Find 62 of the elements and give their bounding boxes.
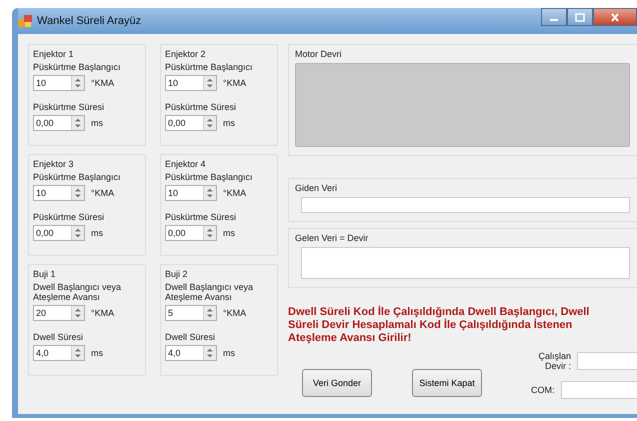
group-title: Enjektor 3: [33, 159, 75, 169]
unit-label: ms: [91, 118, 103, 128]
field-label: Püskürtme Başlangıcı: [33, 172, 122, 182]
field-label: Püskürtme Süresi: [33, 212, 106, 222]
field-label: Püskürtme Süresi: [33, 102, 106, 112]
field-label: Dwell Süresi: [165, 332, 216, 342]
spin-box[interactable]: 0,00: [33, 115, 85, 131]
field-label: Püskürtme Süresi: [165, 212, 238, 222]
field-label: Çalışlan Devir :: [538, 351, 572, 371]
field-label: Dwell Başlangıcı veya Ateşleme Avansı: [33, 282, 122, 302]
group-title: Motor Devri: [295, 49, 343, 59]
unit-label: ms: [223, 228, 235, 238]
window-title: Wankel Süreli Arayüz: [37, 15, 142, 27]
spin-box[interactable]: 10: [33, 75, 85, 91]
spin-box[interactable]: 10: [33, 185, 85, 201]
spin-box[interactable]: 10: [165, 75, 217, 91]
group-title: Enjektor 4: [165, 159, 207, 169]
warning-text: Dwell Süreli Kod İle Çalışıldığında Dwell Başlangıcı, Dwell Süreli Devir Hesaplamalı Kod İle Çalışıldığında İstenen Ateşleme Avansı Girilir!: [288, 306, 590, 345]
app-icon: [18, 15, 32, 27]
text-field[interactable]: [560, 381, 637, 399]
text-field[interactable]: [301, 197, 630, 213]
close-button[interactable]: [593, 8, 637, 26]
group-title: Buji 2: [165, 269, 189, 279]
text-field[interactable]: [577, 352, 637, 370]
field-label: Püskürtme Başlangıcı: [165, 62, 254, 72]
spin-box[interactable]: 20: [33, 305, 85, 321]
group-title: Enjektor 2: [165, 49, 207, 59]
unit-label: ms: [223, 348, 235, 358]
spin-box[interactable]: 4,0: [33, 345, 85, 361]
unit-label: °KMA: [223, 188, 246, 198]
unit-label: °KMA: [91, 78, 114, 88]
spin-box[interactable]: 10: [165, 185, 217, 201]
field-label: Püskürtme Başlangıcı: [33, 62, 122, 72]
text-field[interactable]: [301, 247, 630, 279]
close-icon: [610, 12, 620, 22]
unit-label: °KMA: [91, 308, 114, 318]
spin-box[interactable]: 0,00: [33, 225, 85, 241]
spin-box[interactable]: 4,0: [165, 345, 217, 361]
unit-label: °KMA: [223, 308, 246, 318]
minimize-icon: [550, 18, 558, 20]
group-title: Enjektor 1: [33, 49, 75, 59]
spin-box[interactable]: 5: [165, 305, 217, 321]
field-label: Dwell Başlangıcı veya Ateşleme Avansı: [165, 282, 254, 302]
unit-label: °KMA: [223, 78, 246, 88]
field-label: Püskürtme Süresi: [165, 102, 238, 112]
unit-label: °KMA: [91, 188, 114, 198]
action-button[interactable]: Veri Gonder: [302, 369, 372, 397]
maximize-icon: [575, 12, 585, 22]
field-label: COM:: [531, 385, 556, 395]
field-label: Dwell Süresi: [33, 332, 84, 342]
spin-box[interactable]: 0,00: [165, 115, 217, 131]
spin-box[interactable]: 0,00: [165, 225, 217, 241]
group-title: Buji 1: [33, 269, 57, 279]
unit-label: ms: [223, 118, 235, 128]
group-title: Gelen Veri = Devir: [295, 233, 370, 243]
field-label: Püskürtme Başlangıcı: [165, 172, 254, 182]
unit-label: ms: [91, 348, 103, 358]
unit-label: ms: [91, 228, 103, 238]
group-title: Giden Veri: [295, 183, 338, 193]
action-button[interactable]: Sistemi Kapat: [412, 369, 482, 397]
maximize-button[interactable]: [567, 8, 593, 26]
minimize-button[interactable]: [541, 8, 567, 26]
